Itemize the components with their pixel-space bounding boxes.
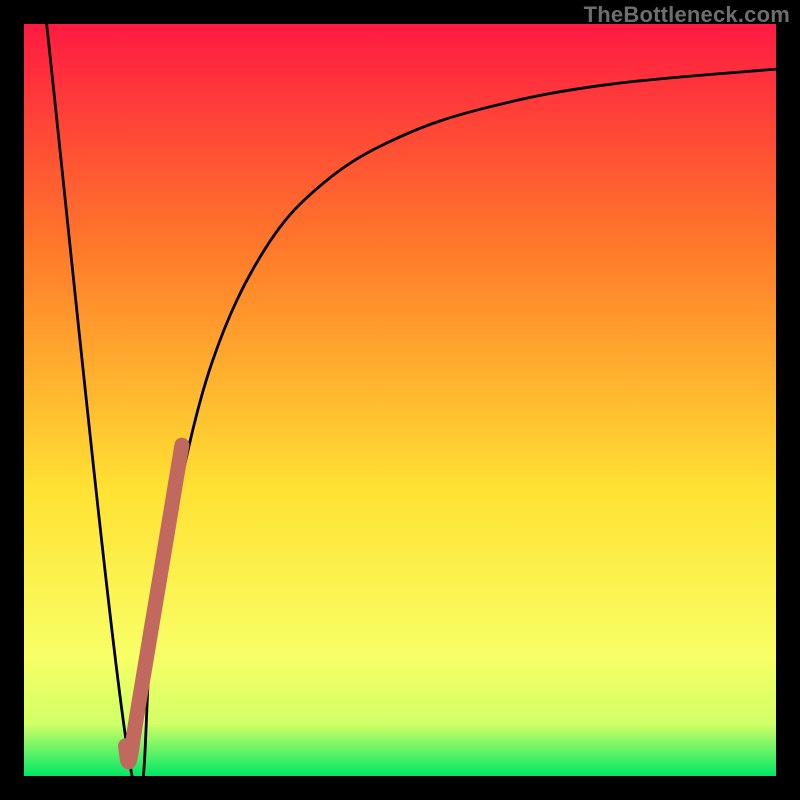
heat-gradient-background [24,24,776,776]
gradient-rect [24,24,776,776]
plot-area [24,24,776,776]
chart-stage: TheBottleneck.com [0,0,800,800]
